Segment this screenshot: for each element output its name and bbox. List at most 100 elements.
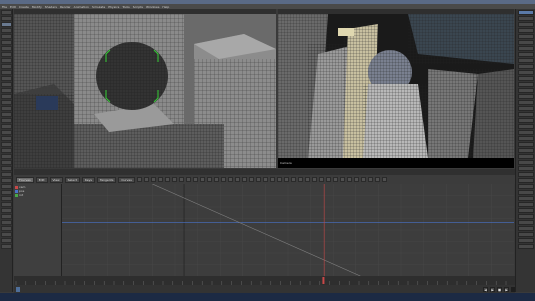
panel-button[interactable]: [518, 88, 534, 93]
panel-button[interactable]: [518, 208, 534, 213]
tool-button[interactable]: [1, 82, 12, 87]
anim-tool-button[interactable]: [199, 177, 205, 182]
anim-tool-button[interactable]: [297, 177, 303, 182]
anim-tool-button[interactable]: [311, 177, 317, 182]
anim-tool-button[interactable]: [381, 177, 387, 182]
anim-tool-button[interactable]: [248, 177, 254, 182]
tool-button[interactable]: [1, 214, 12, 219]
menu-item-simulate[interactable]: Simulate: [92, 5, 105, 9]
panel-button[interactable]: [518, 136, 534, 141]
tool-button[interactable]: [1, 178, 12, 183]
anim-tool-button[interactable]: [339, 177, 345, 182]
tool-button[interactable]: [1, 106, 12, 111]
menu-item-tools[interactable]: Tools: [122, 5, 129, 9]
panel-button[interactable]: [518, 10, 534, 15]
tool-button[interactable]: [1, 76, 12, 81]
play-icon[interactable]: ▶: [490, 286, 495, 292]
anim-tool-button[interactable]: [332, 177, 338, 182]
menu-item-create[interactable]: Create: [19, 5, 29, 9]
frame-field[interactable]: [511, 286, 515, 292]
anim-tab-tangents[interactable]: Tangents: [96, 176, 117, 183]
anim-tool-button[interactable]: [206, 177, 212, 182]
anim-tool-button[interactable]: [276, 177, 282, 182]
panel-button[interactable]: [518, 64, 534, 69]
tool-button[interactable]: [1, 160, 12, 165]
anim-tool-button[interactable]: [150, 177, 156, 182]
panel-button[interactable]: [518, 160, 534, 165]
stop-icon[interactable]: ■: [497, 286, 502, 292]
tool-button[interactable]: [1, 136, 12, 141]
tool-button[interactable]: [1, 124, 12, 129]
tool-button[interactable]: [1, 154, 12, 159]
anim-tab-curves[interactable]: Curves: [118, 176, 135, 183]
anim-tab-fcurves[interactable]: Fcurves: [16, 176, 34, 183]
panel-button[interactable]: [518, 28, 534, 33]
panel-button[interactable]: [518, 214, 534, 219]
panel-button[interactable]: [518, 46, 534, 51]
tool-button[interactable]: [1, 166, 12, 171]
anim-tool-button[interactable]: [213, 177, 219, 182]
panel-button[interactable]: [518, 22, 534, 27]
panel-button[interactable]: [518, 226, 534, 231]
tool-button[interactable]: [1, 244, 12, 249]
panel-button[interactable]: [518, 190, 534, 195]
menu-item-animation[interactable]: Animation: [74, 5, 89, 9]
tool-button[interactable]: [1, 46, 12, 51]
anim-tool-button[interactable]: [143, 177, 149, 182]
panel-button[interactable]: [518, 232, 534, 237]
menu-item-shaders[interactable]: Shaders: [45, 5, 57, 9]
anim-tool-button[interactable]: [346, 177, 352, 182]
panel-button[interactable]: [518, 196, 534, 201]
tool-button[interactable]: [1, 190, 12, 195]
anim-tool-button[interactable]: [255, 177, 261, 182]
anim-tool-button[interactable]: [241, 177, 247, 182]
prev-frame-icon[interactable]: ◀: [483, 286, 488, 292]
anim-tool-button[interactable]: [325, 177, 331, 182]
menu-item-file[interactable]: File: [2, 5, 7, 9]
tool-button[interactable]: [1, 88, 12, 93]
panel-button[interactable]: [518, 52, 534, 57]
panel-button[interactable]: [518, 148, 534, 153]
panel-button[interactable]: [518, 82, 534, 87]
anim-tool-button[interactable]: [283, 177, 289, 182]
panel-button[interactable]: [518, 100, 534, 105]
anim-tool-button[interactable]: [262, 177, 268, 182]
anim-tool-button[interactable]: [360, 177, 366, 182]
curve-list-item[interactable]: rot: [15, 193, 60, 197]
anim-tool-button[interactable]: [374, 177, 380, 182]
menu-item-modify[interactable]: Modify: [32, 5, 42, 9]
anim-tab-select[interactable]: Select: [64, 176, 80, 183]
tool-button[interactable]: [1, 226, 12, 231]
anim-tool-button[interactable]: [269, 177, 275, 182]
panel-button[interactable]: [518, 58, 534, 63]
tool-button[interactable]: [1, 130, 12, 135]
menu-item-help[interactable]: Help: [162, 5, 169, 9]
panel-button[interactable]: [518, 202, 534, 207]
anim-tool-button[interactable]: [185, 177, 191, 182]
tool-button[interactable]: [1, 184, 12, 189]
anim-tab-edit[interactable]: Edit: [35, 176, 48, 183]
tool-button[interactable]: [1, 64, 12, 69]
panel-button[interactable]: [518, 244, 534, 249]
panel-button[interactable]: [518, 112, 534, 117]
menu-item-render[interactable]: Render: [60, 5, 71, 9]
next-frame-icon[interactable]: ▶: [504, 286, 509, 292]
tool-button[interactable]: [1, 196, 12, 201]
panel-button[interactable]: [518, 106, 534, 111]
panel-button[interactable]: [518, 94, 534, 99]
panel-button[interactable]: [518, 16, 534, 21]
tool-button[interactable]: [1, 16, 12, 21]
menu-item-physics[interactable]: Physics: [108, 5, 119, 9]
panel-button[interactable]: [518, 178, 534, 183]
panel-button[interactable]: [518, 124, 534, 129]
tool-button[interactable]: [1, 232, 12, 237]
panel-button[interactable]: [518, 166, 534, 171]
menu-item-scripts[interactable]: Scripts: [133, 5, 143, 9]
panel-button[interactable]: [518, 172, 534, 177]
anim-tool-button[interactable]: [136, 177, 142, 182]
tool-button[interactable]: [1, 202, 12, 207]
tool-button[interactable]: [1, 142, 12, 147]
tool-button[interactable]: [1, 220, 12, 225]
time-slider[interactable]: [14, 276, 515, 285]
anim-tool-button[interactable]: [171, 177, 177, 182]
